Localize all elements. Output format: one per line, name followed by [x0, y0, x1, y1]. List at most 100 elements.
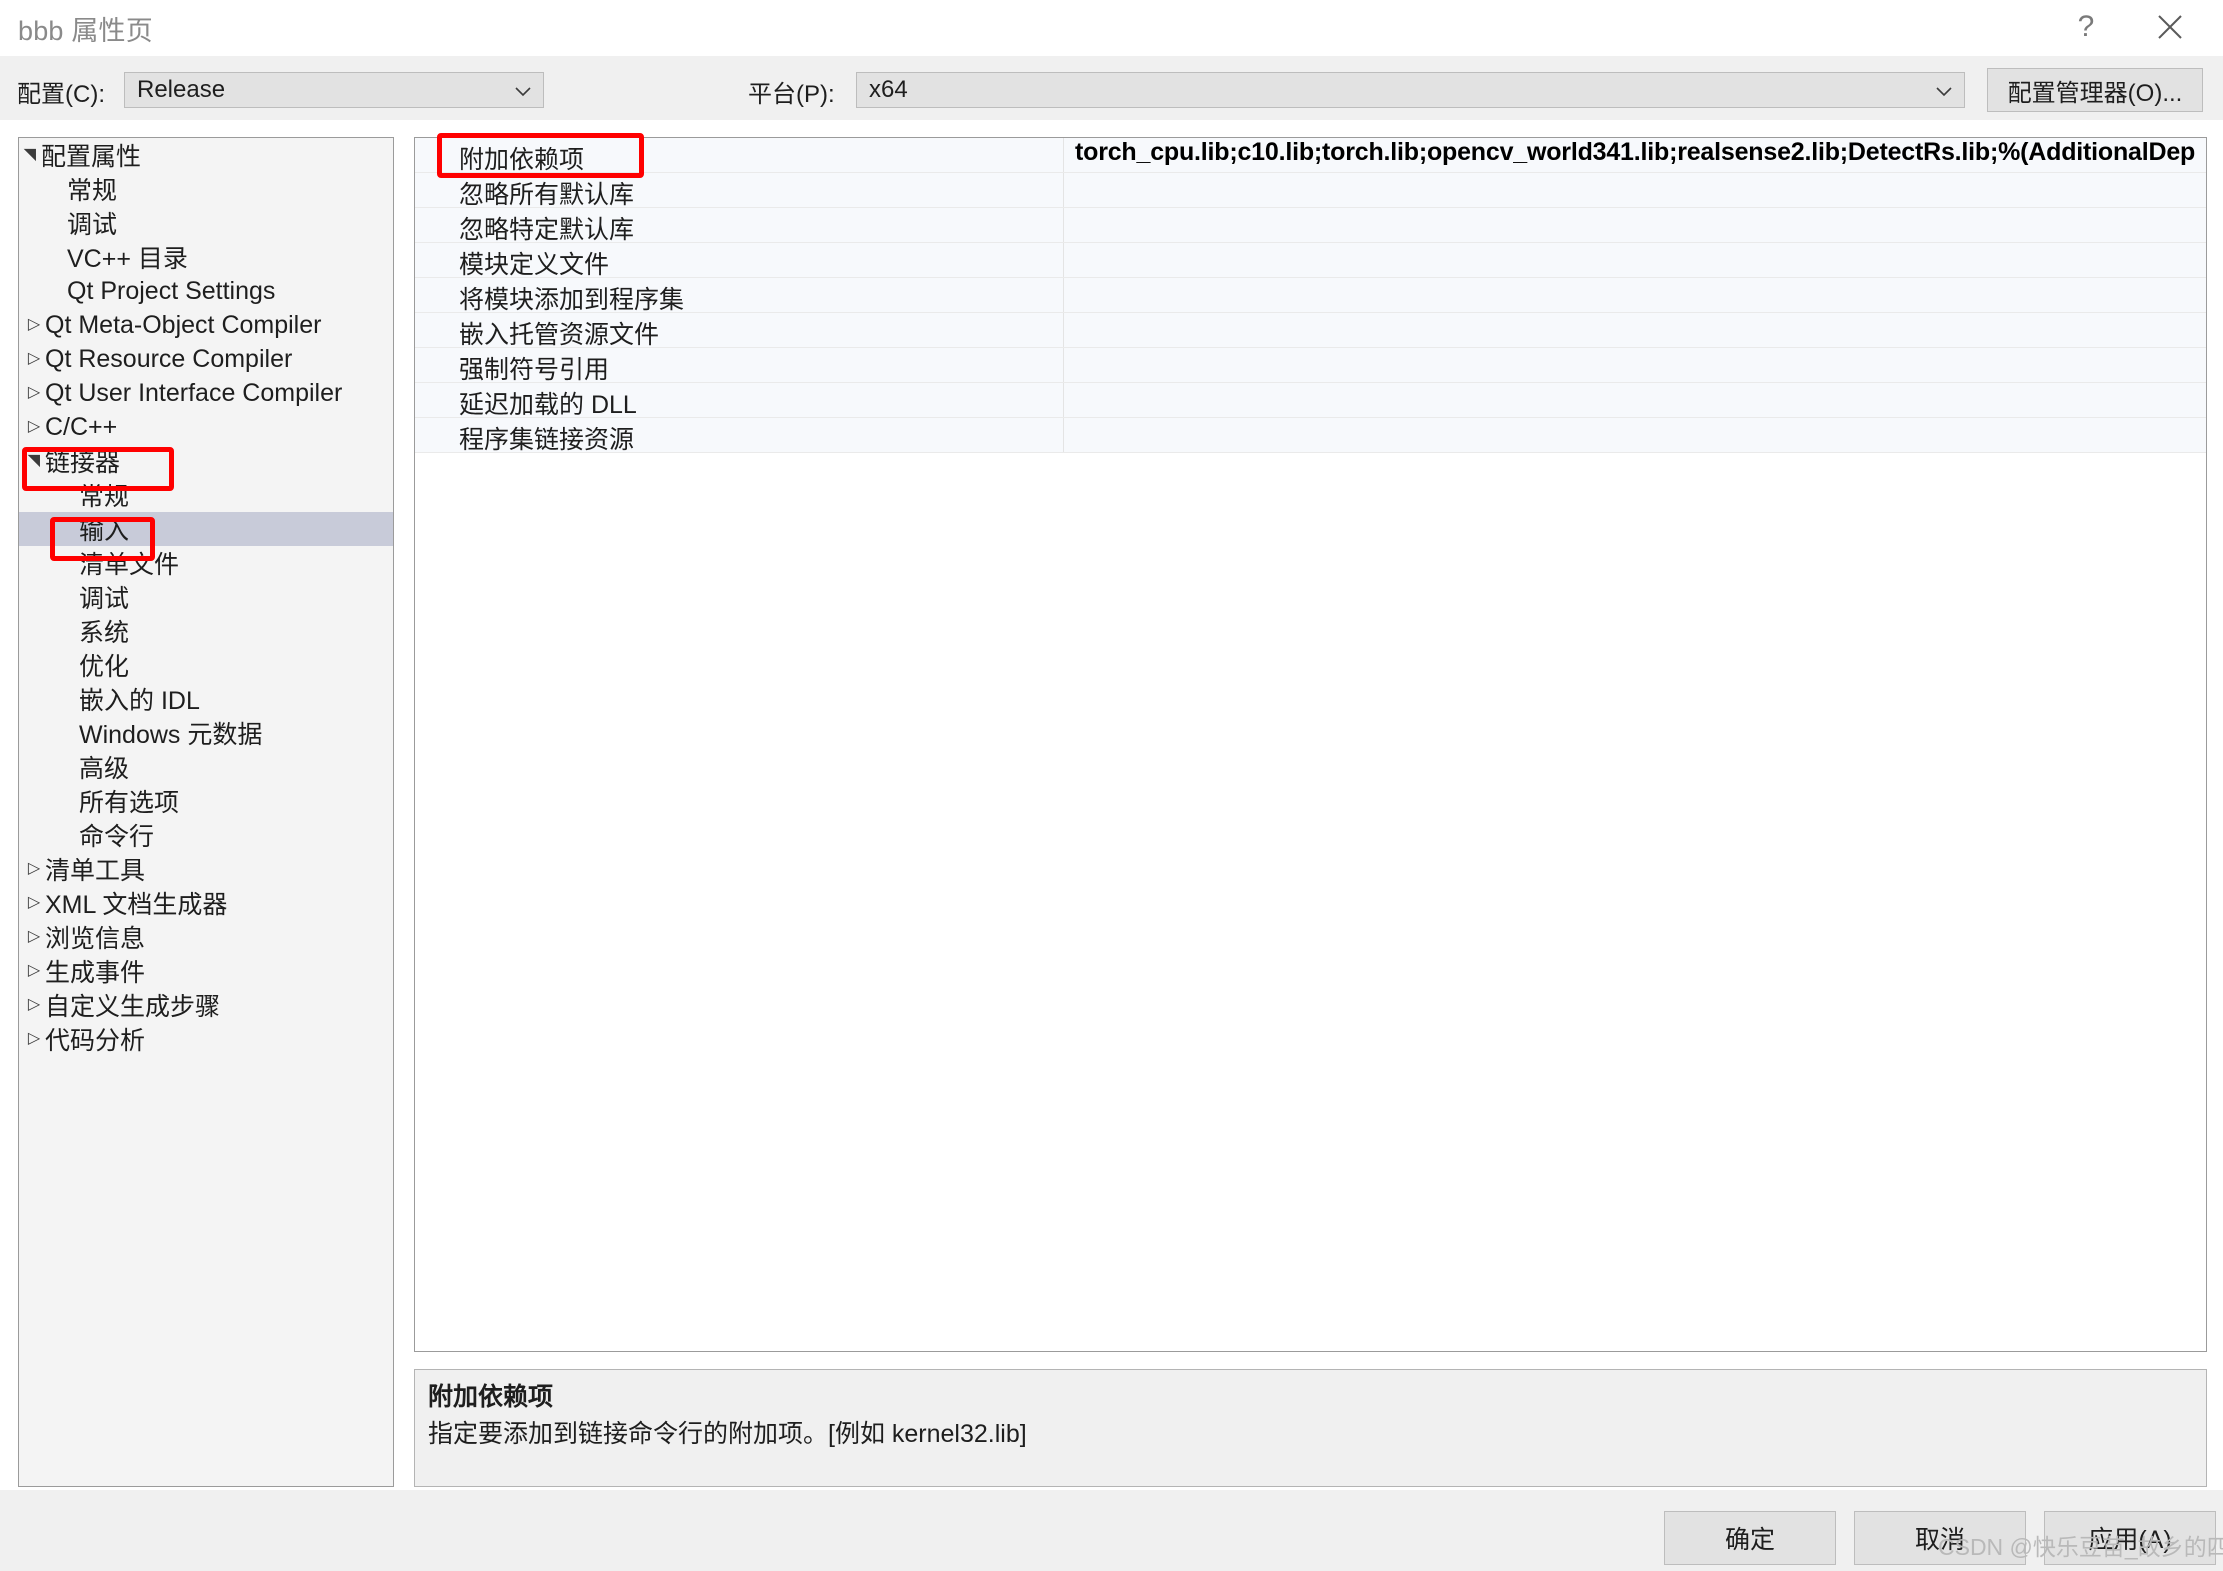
expander-collapsed-icon[interactable]: ▷ [23, 385, 45, 401]
expander-collapsed-icon[interactable]: ▷ [23, 895, 45, 911]
tree-item-label: 输入 [79, 517, 130, 545]
tree-item-label: Qt Meta-Object Compiler [45, 310, 322, 339]
property-name: 将模块添加到程序集 [459, 286, 685, 314]
tree-item-label: Windows 元数据 [79, 721, 263, 749]
tree-item-label: 调试 [67, 211, 118, 239]
tree-item[interactable]: 常规 [19, 478, 393, 512]
tree-item[interactable]: 系统 [19, 614, 393, 648]
platform-label: 平台(P): [748, 81, 835, 108]
property-row[interactable]: 附加依赖项 torch_cpu.lib;c10.lib;torch.lib;ope… [415, 138, 2206, 174]
tree-item-label: VC++ 目录 [67, 245, 188, 273]
tree-item[interactable]: 高级 [19, 750, 393, 784]
description-title: 附加依赖项 [428, 1383, 554, 1411]
expander-collapsed-icon[interactable]: ▷ [23, 1031, 45, 1047]
expander-collapsed-icon[interactable]: ▷ [23, 963, 45, 979]
expander-collapsed-icon[interactable]: ▷ [23, 351, 45, 367]
tree-item-label: 代码分析 [45, 1027, 146, 1055]
tree-item[interactable]: ▷ Qt User Interface Compiler [19, 376, 393, 410]
tree-item[interactable]: ▷ 自定义生成步骤 [19, 988, 393, 1022]
tree-item[interactable]: ◢ 链接器 [19, 444, 393, 478]
cancel-button[interactable]: 取消 [1854, 1511, 2026, 1565]
tree-item[interactable]: ▷ 清单工具 [19, 852, 393, 886]
description-panel: 附加依赖项 指定要添加到链接命令行的附加项。[例如 kernel32.lib] [414, 1369, 2207, 1487]
property-grid[interactable]: 附加依赖项 torch_cpu.lib;c10.lib;torch.lib;ope… [414, 137, 2207, 1352]
configuration-label: 配置(C): [17, 81, 105, 108]
configuration-value: Release [137, 76, 226, 103]
tree-item[interactable]: ▷ 生成事件 [19, 954, 393, 988]
tree-item[interactable]: 命令行 [19, 818, 393, 852]
tree-item[interactable]: 清单文件 [19, 546, 393, 580]
tree-item-label: XML 文档生成器 [45, 891, 228, 919]
column-divider [1063, 418, 1064, 452]
question-mark-icon: ? [2077, 10, 2095, 43]
platform-dropdown[interactable]: x64 [856, 72, 1965, 108]
expander-collapsed-icon[interactable]: ▷ [23, 419, 45, 435]
tree-item-label: 系统 [79, 619, 130, 647]
chevron-down-icon [513, 81, 533, 101]
property-name: 附加依赖项 [459, 146, 585, 174]
expander-collapsed-icon[interactable]: ▷ [23, 861, 45, 877]
tree-item[interactable]: VC++ 目录 [19, 240, 393, 274]
property-name: 延迟加载的 DLL [459, 391, 637, 419]
title-bar: bbb 属性页 ? [0, 0, 2223, 57]
expander-collapsed-icon[interactable]: ▷ [23, 997, 45, 1013]
help-button[interactable]: ? [2053, 0, 2119, 54]
tree-item[interactable]: ▷ Qt Meta-Object Compiler [19, 308, 393, 342]
expander-expanded-icon[interactable]: ◢ [25, 450, 42, 472]
tree-item[interactable]: ▷ Qt Resource Compiler [19, 342, 393, 376]
tree-item[interactable]: Qt Project Settings [19, 274, 393, 308]
property-name: 强制符号引用 [459, 356, 610, 384]
property-value[interactable]: torch_cpu.lib;c10.lib;torch.lib;opencv_w… [1075, 138, 2205, 167]
tree-item[interactable]: 输入 [19, 512, 393, 546]
tree-item-label: 清单工具 [45, 857, 146, 885]
tree-item[interactable]: 嵌入的 IDL [19, 682, 393, 716]
configuration-manager-button[interactable]: 配置管理器(O)... [1987, 68, 2203, 112]
property-name: 模块定义文件 [459, 251, 610, 279]
tree-item-label: 生成事件 [45, 959, 146, 987]
apply-button[interactable]: 应用(A) [2044, 1511, 2216, 1565]
column-divider [1063, 173, 1064, 207]
configuration-dropdown[interactable]: Release [124, 72, 544, 108]
tree-item[interactable]: 调试 [19, 206, 393, 240]
property-name: 忽略所有默认库 [459, 181, 635, 209]
column-divider [1063, 138, 1064, 172]
column-divider [1063, 278, 1064, 312]
tree-item[interactable]: ▷ XML 文档生成器 [19, 886, 393, 920]
tree-item-label: 调试 [79, 585, 130, 613]
property-row[interactable]: 强制符号引用 [415, 348, 2206, 384]
property-row[interactable]: 将模块添加到程序集 [415, 278, 2206, 314]
column-divider [1063, 383, 1064, 417]
tree-item[interactable]: 调试 [19, 580, 393, 614]
tree-item[interactable]: ▷ 浏览信息 [19, 920, 393, 954]
expander-expanded-icon[interactable]: ◢ [21, 144, 38, 166]
tree-item-label: Qt Resource Compiler [45, 344, 293, 373]
property-row[interactable]: 程序集链接资源 [415, 418, 2206, 454]
tree-item[interactable]: Windows 元数据 [19, 716, 393, 750]
ok-button[interactable]: 确定 [1664, 1511, 1836, 1565]
expander-collapsed-icon[interactable]: ▷ [23, 317, 45, 333]
tree-item-label: 嵌入的 IDL [79, 687, 200, 715]
property-row[interactable]: 忽略所有默认库 [415, 173, 2206, 209]
tree-item[interactable]: ▷ 代码分析 [19, 1022, 393, 1056]
column-divider [1063, 243, 1064, 277]
property-row[interactable]: 嵌入托管资源文件 [415, 313, 2206, 349]
window-title: bbb 属性页 [18, 16, 153, 46]
property-tree[interactable]: ◢ 配置属性 常规 调试 VC++ 目录 Qt Project Settings ▷ Qt M… [18, 137, 394, 1487]
tree-item[interactable]: 所有选项 [19, 784, 393, 818]
tree-item[interactable]: 优化 [19, 648, 393, 682]
property-row[interactable]: 延迟加载的 DLL [415, 383, 2206, 419]
tree-item[interactable]: 常规 [19, 172, 393, 206]
property-row[interactable]: 模块定义文件 [415, 243, 2206, 279]
close-icon [2155, 12, 2185, 42]
column-divider [1063, 313, 1064, 347]
tree-item[interactable]: ◢ 配置属性 [19, 138, 393, 172]
tree-item-label: 配置属性 [41, 143, 142, 171]
description-body: 指定要添加到链接命令行的附加项。[例如 kernel32.lib] [428, 1420, 1027, 1448]
close-button[interactable] [2137, 0, 2203, 54]
tree-item[interactable]: ▷ C/C++ [19, 410, 393, 444]
tree-item-label: 所有选项 [79, 789, 180, 817]
property-row[interactable]: 忽略特定默认库 [415, 208, 2206, 244]
property-name: 忽略特定默认库 [459, 216, 635, 244]
chevron-down-icon [1934, 81, 1954, 101]
expander-collapsed-icon[interactable]: ▷ [23, 929, 45, 945]
